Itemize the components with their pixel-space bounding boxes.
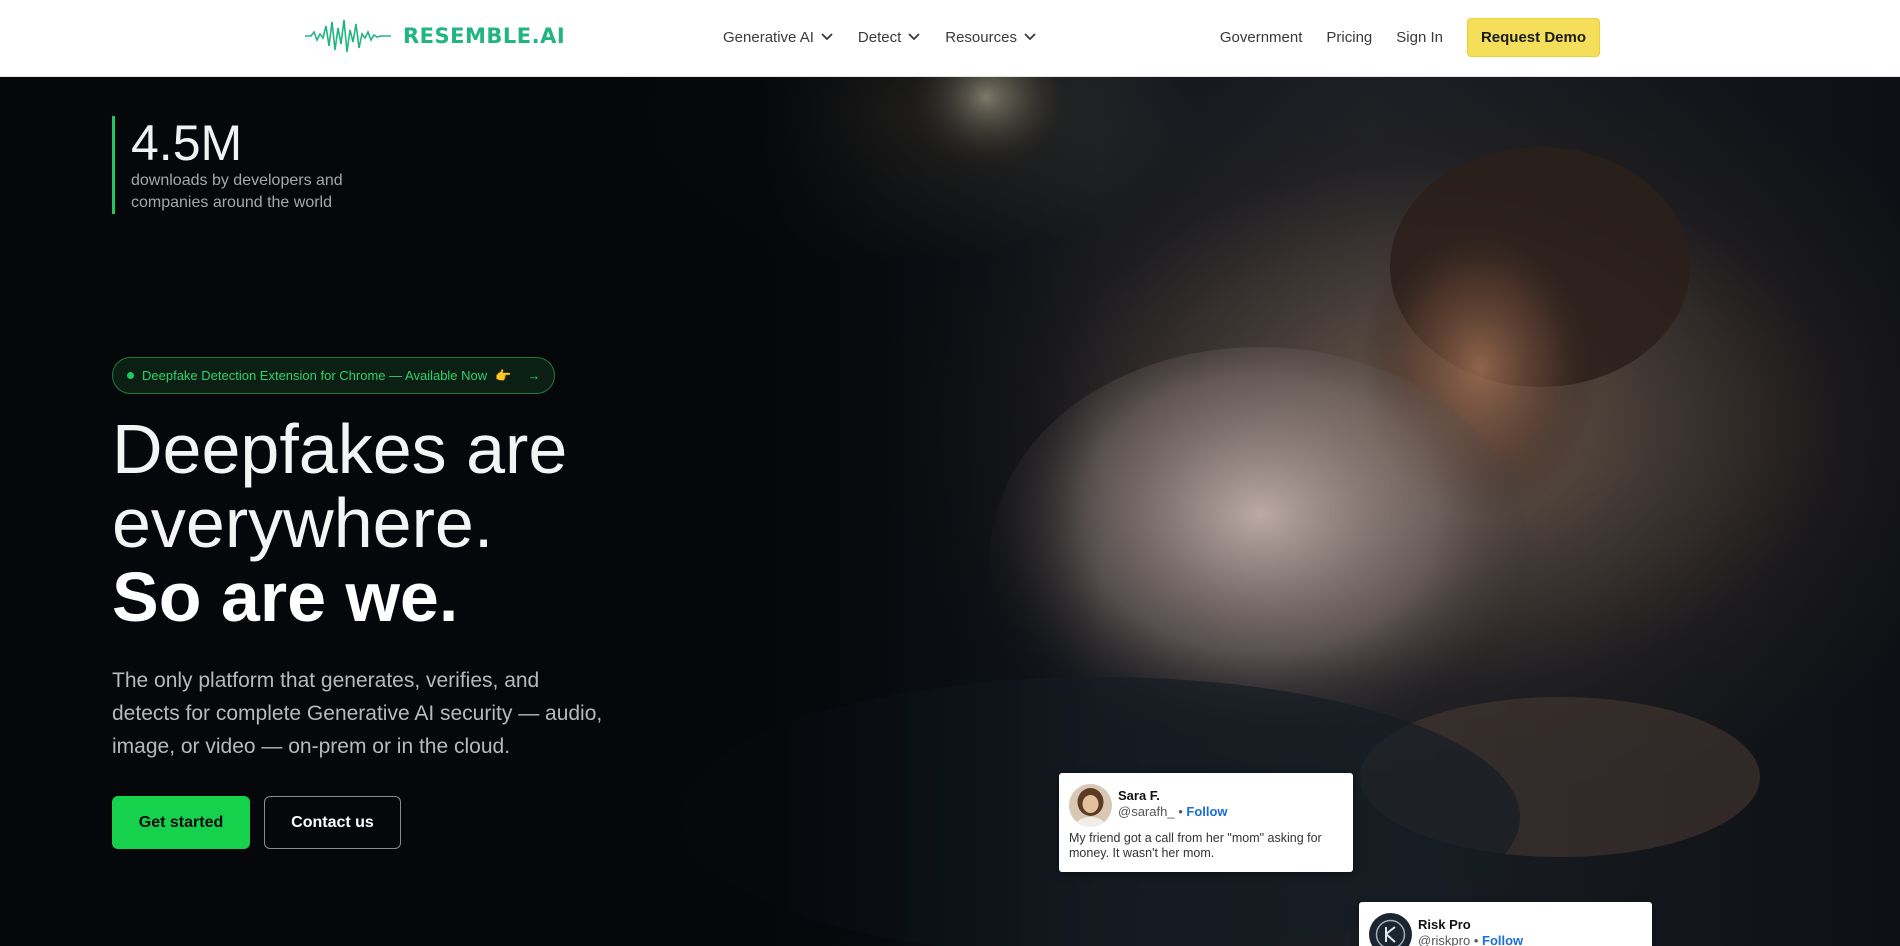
- downloads-stat: 4.5M downloads by developers and compani…: [112, 116, 371, 214]
- user-avatar-icon: [1069, 784, 1112, 827]
- contact-us-button[interactable]: Contact us: [264, 796, 401, 849]
- tweet-author-handle: @riskpro • Follow: [1418, 933, 1523, 946]
- menu-label: Generative AI: [723, 28, 814, 46]
- headline-line-3: So are we.: [112, 558, 459, 636]
- hero-section: 4.5M downloads by developers and compani…: [0, 77, 1900, 946]
- testimonial-card: Sara F. @sarafh_ • Follow My friend got …: [1059, 773, 1353, 872]
- chrome-extension-announcement[interactable]: Deepfake Detection Extension for Chrome …: [112, 357, 556, 394]
- nav-link-sign-in[interactable]: Sign In: [1396, 29, 1443, 46]
- status-dot-icon: [127, 372, 134, 379]
- menu-label: Resources: [945, 28, 1017, 46]
- avatar: [1069, 784, 1112, 827]
- get-started-button[interactable]: Get started: [112, 796, 250, 849]
- nav-link-government[interactable]: Government: [1220, 29, 1303, 46]
- tweet-author-name: Sara F.: [1118, 788, 1160, 803]
- follow-link[interactable]: Follow: [1482, 933, 1523, 946]
- hero-subtitle: The only platform that generates, verifi…: [112, 669, 603, 758]
- nav-link-pricing[interactable]: Pricing: [1326, 29, 1372, 46]
- top-navbar: RESEMBLE.AI Generative AI Detect Resourc…: [0, 0, 1900, 77]
- tweet-author-handle: @sarafh_ • Follow: [1118, 804, 1228, 819]
- user-avatar-icon: [1369, 913, 1412, 946]
- main-menu: Generative AI Detect Resources: [723, 24, 1037, 50]
- headline-line-2: everywhere.: [112, 484, 494, 562]
- chevron-down-icon: [1024, 33, 1036, 41]
- menu-detect[interactable]: Detect: [858, 24, 921, 50]
- handle-text: @riskpro: [1418, 933, 1471, 946]
- chevron-down-icon: [821, 33, 833, 41]
- resemble-logo[interactable]: RESEMBLE.AI: [305, 14, 565, 58]
- logo-wordmark: RESEMBLE.AI: [403, 24, 566, 48]
- stat-description: downloads by developers and companies ar…: [131, 172, 343, 211]
- handle-text: @sarafh_: [1118, 804, 1175, 819]
- announcement-text: Deepfake Detection Extension for Chrome …: [142, 368, 488, 383]
- waveform-logo-icon: [305, 19, 391, 53]
- menu-label: Detect: [857, 28, 902, 46]
- menu-resources[interactable]: Resources: [945, 24, 1037, 50]
- hero-headline: Deepfakes are everywhere. So are we.: [112, 412, 672, 634]
- stat-value: 4.5M: [131, 115, 243, 171]
- request-demo-button[interactable]: Request Demo: [1466, 18, 1600, 57]
- menu-generative-ai[interactable]: Generative AI: [723, 24, 834, 50]
- avatar: [1369, 913, 1412, 946]
- separator: •: [1473, 933, 1479, 946]
- chevron-down-icon: [908, 33, 920, 41]
- headline-line-1: Deepfakes are: [112, 410, 568, 488]
- nav-right-group: Government Pricing Sign In Request Demo: [1220, 18, 1600, 57]
- separator: •: [1178, 804, 1183, 819]
- tweet-author-name: Risk Pro: [1418, 917, 1471, 932]
- follow-link[interactable]: Follow: [1186, 804, 1227, 819]
- tweet-text: My friend got a call from her "mom" aski…: [1069, 831, 1322, 860]
- arrow-right-icon: →: [527, 368, 541, 383]
- testimonial-card: Risk Pro @riskpro • Follow: [1359, 902, 1652, 946]
- pointing-hand-icon: 👉: [495, 367, 512, 383]
